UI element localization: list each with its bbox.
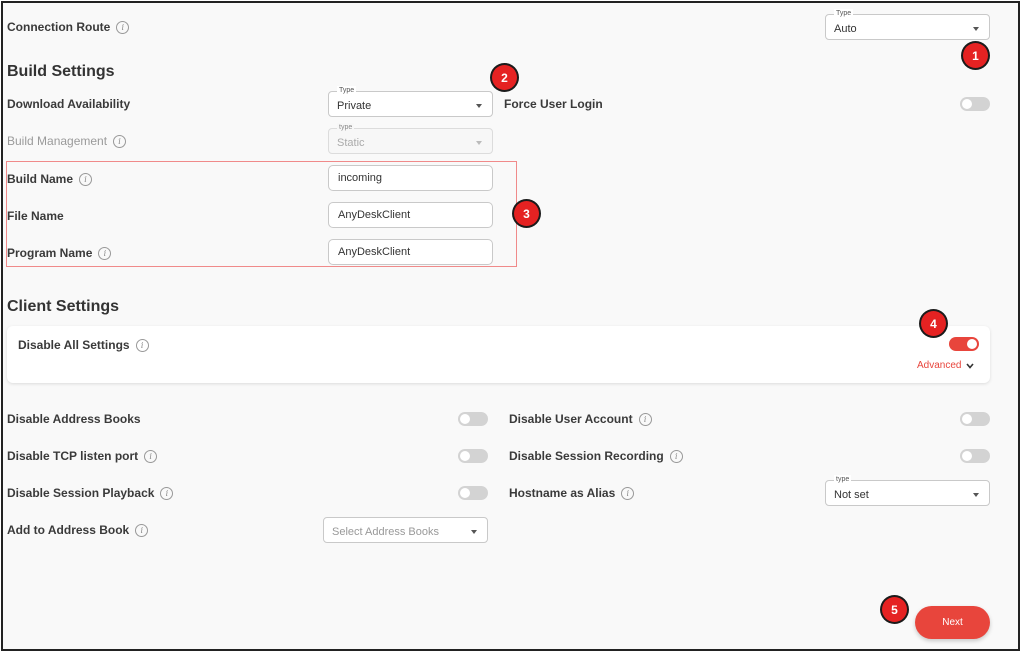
toggle-knob bbox=[962, 99, 972, 109]
build-name-label: Build Name bbox=[7, 172, 74, 186]
connection-route-select[interactable]: Type Auto bbox=[825, 9, 990, 40]
disable-session-recording-toggle[interactable] bbox=[960, 449, 990, 463]
force-user-login-toggle[interactable] bbox=[960, 97, 990, 111]
info-icon[interactable]: i bbox=[669, 449, 683, 463]
callout-badge-2: 2 bbox=[492, 65, 517, 90]
program-name-row: Program Name i bbox=[7, 246, 112, 260]
info-icon[interactable]: i bbox=[98, 246, 112, 260]
build-name-input[interactable]: incoming bbox=[328, 165, 493, 191]
download-availability-select[interactable]: Type Private bbox=[328, 86, 493, 117]
download-availability-value: Private bbox=[337, 100, 372, 112]
chevron-down-icon bbox=[476, 141, 482, 145]
info-icon[interactable]: i bbox=[144, 449, 158, 463]
connection-route-value: Auto bbox=[834, 23, 857, 35]
hostname-as-alias-type-legend: type bbox=[834, 475, 852, 485]
disable-tcp-listen-port-toggle[interactable] bbox=[458, 449, 488, 463]
disable-tcp-listen-port-row: Disable TCP listen port i bbox=[7, 449, 158, 463]
disable-session-recording-row: Disable Session Recording i bbox=[509, 449, 683, 463]
info-icon[interactable]: i bbox=[79, 172, 93, 186]
build-management-type-legend: type bbox=[337, 123, 355, 133]
callout-badge-1: 1 bbox=[963, 43, 988, 68]
callout-badge-3: 3 bbox=[514, 201, 539, 226]
chevron-down-icon bbox=[476, 104, 482, 108]
connection-route-row: Connection Route i bbox=[7, 20, 130, 34]
address-book-select[interactable]: Select Address Books bbox=[323, 517, 488, 543]
disable-user-account-toggle[interactable] bbox=[960, 412, 990, 426]
disable-all-settings-card bbox=[7, 326, 990, 383]
build-management-value: Static bbox=[337, 137, 365, 149]
force-user-login-label: Force User Login bbox=[504, 97, 603, 111]
disable-session-recording-label: Disable Session Recording bbox=[509, 449, 664, 463]
program-name-input[interactable]: AnyDeskClient bbox=[328, 239, 493, 265]
file-name-input[interactable]: AnyDeskClient bbox=[328, 202, 493, 228]
info-icon[interactable]: i bbox=[160, 486, 174, 500]
file-name-label: File Name bbox=[7, 209, 64, 223]
add-to-address-book-label: Add to Address Book bbox=[7, 523, 130, 537]
address-book-placeholder: Select Address Books bbox=[332, 526, 440, 538]
toggle-knob bbox=[962, 451, 972, 461]
build-name-row: Build Name i bbox=[7, 172, 93, 186]
disable-address-books-toggle[interactable] bbox=[458, 412, 488, 426]
connection-route-type-legend: Type bbox=[834, 9, 854, 19]
toggle-knob bbox=[967, 339, 977, 349]
chevron-down-icon bbox=[471, 530, 477, 534]
advanced-label: Advanced bbox=[917, 360, 962, 371]
program-name-label: Program Name bbox=[7, 246, 93, 260]
toggle-knob bbox=[460, 451, 470, 461]
build-management-row: Build Management i bbox=[7, 134, 127, 148]
chevron-down-icon bbox=[973, 493, 979, 497]
hostname-as-alias-label: Hostname as Alias bbox=[509, 486, 616, 500]
next-button[interactable]: Next bbox=[915, 606, 990, 639]
add-to-address-book-row: Add to Address Book i bbox=[7, 523, 149, 537]
download-availability-type-legend: Type bbox=[337, 86, 357, 96]
toggle-knob bbox=[460, 488, 470, 498]
build-management-select: type Static bbox=[328, 123, 493, 154]
disable-all-settings-label: Disable All Settings bbox=[18, 338, 130, 352]
toggle-knob bbox=[962, 414, 972, 424]
build-settings-title: Build Settings bbox=[7, 63, 115, 80]
advanced-toggle[interactable]: Advanced bbox=[917, 360, 975, 371]
callout-badge-5: 5 bbox=[882, 597, 907, 622]
hostname-as-alias-row: Hostname as Alias i bbox=[509, 486, 635, 500]
hostname-as-alias-value: Not set bbox=[834, 489, 869, 501]
disable-user-account-label: Disable User Account bbox=[509, 412, 633, 426]
disable-session-playback-row: Disable Session Playback i bbox=[7, 486, 174, 500]
disable-tcp-listen-port-label: Disable TCP listen port bbox=[7, 449, 139, 463]
download-availability-label: Download Availability bbox=[7, 97, 131, 111]
build-management-label: Build Management bbox=[7, 134, 108, 148]
disable-session-playback-toggle[interactable] bbox=[458, 486, 488, 500]
disable-address-books-label: Disable Address Books bbox=[7, 412, 141, 426]
disable-session-playback-label: Disable Session Playback bbox=[7, 486, 155, 500]
info-icon[interactable]: i bbox=[116, 20, 130, 34]
disable-all-settings-row: Disable All Settings i bbox=[18, 338, 149, 352]
connection-route-label: Connection Route bbox=[7, 20, 111, 34]
info-icon[interactable]: i bbox=[135, 338, 149, 352]
info-icon[interactable]: i bbox=[621, 486, 635, 500]
callout-badge-4: 4 bbox=[921, 311, 946, 336]
disable-user-account-row: Disable User Account i bbox=[509, 412, 652, 426]
info-icon[interactable]: i bbox=[135, 523, 149, 537]
chevron-down-icon bbox=[966, 362, 975, 369]
client-settings-title: Client Settings bbox=[7, 298, 120, 315]
toggle-knob bbox=[460, 414, 470, 424]
info-icon[interactable]: i bbox=[638, 412, 652, 426]
chevron-down-icon bbox=[973, 27, 979, 31]
disable-all-settings-toggle[interactable] bbox=[949, 337, 979, 351]
info-icon[interactable]: i bbox=[113, 134, 127, 148]
hostname-as-alias-select[interactable]: type Not set bbox=[825, 475, 990, 506]
